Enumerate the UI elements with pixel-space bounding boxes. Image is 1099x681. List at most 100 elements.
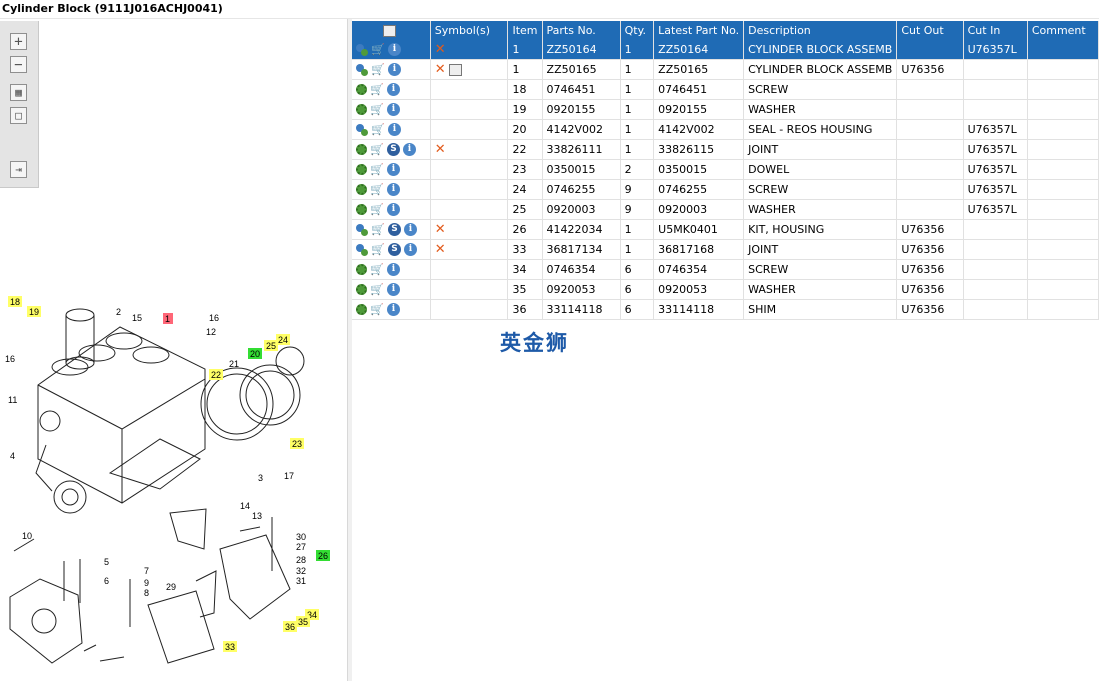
info-icon[interactable]: i (387, 163, 400, 177)
info-icon[interactable]: i (388, 63, 401, 77)
table-row[interactable]: 🛒 i 23 0350015 2 0350015 DOWEL U76357L (352, 159, 1099, 180)
callout-2[interactable]: 2 (116, 307, 121, 317)
cart-icon[interactable]: 🛒 (370, 204, 384, 215)
cart-icon[interactable]: 🛒 (371, 64, 385, 75)
col-actions[interactable] (352, 21, 431, 40)
callout-16b[interactable]: 16 (209, 313, 219, 323)
callout-4[interactable]: 4 (10, 451, 15, 461)
callout-24[interactable]: 24 (278, 335, 288, 345)
cart-icon[interactable]: 🛒 (370, 144, 384, 155)
table-row[interactable]: 🛒 Si ✕ 22 33826111 1 33826115 JOINT U76357L (352, 139, 1099, 160)
callout-15[interactable]: 15 (132, 313, 142, 323)
table-row[interactable]: 🛒 Si ✕ 26 41422034 1 U5MK0401 KIT, HOUSING U7635… (352, 219, 1099, 240)
settings-icon[interactable] (356, 304, 367, 316)
callout-16a[interactable]: 16 (5, 354, 15, 364)
info-icon[interactable]: i (403, 143, 416, 157)
col-qty[interactable]: Qty. (620, 21, 655, 40)
callout-14[interactable]: 14 (240, 501, 250, 511)
callout-32[interactable]: 32 (296, 566, 306, 576)
callout-1[interactable]: 1 (165, 314, 170, 324)
settings-icon[interactable] (356, 123, 368, 136)
cart-icon[interactable]: 🛒 (370, 184, 384, 195)
info-icon[interactable]: i (387, 303, 400, 317)
view-icon[interactable] (448, 63, 462, 76)
settings-icon[interactable] (356, 164, 367, 176)
callout-20[interactable]: 20 (250, 349, 260, 359)
callout-31[interactable]: 31 (296, 576, 306, 586)
callout-11[interactable]: 11 (8, 395, 17, 405)
export-button[interactable]: ⇥ (10, 161, 27, 178)
col-symbols[interactable]: Symbol(s) (430, 21, 509, 40)
settings-icon[interactable] (356, 43, 368, 56)
settings-icon[interactable] (356, 223, 368, 236)
col-comment[interactable]: Comment (1027, 21, 1099, 40)
exploded-parts-diagram[interactable]: 18 19 16 11 4 10 2 15 1 16 12 22 21 20 2… (0, 259, 346, 679)
settings-icon[interactable] (356, 204, 367, 216)
cart-icon[interactable]: 🛒 (370, 164, 384, 175)
cart-icon[interactable]: 🛒 (371, 224, 385, 235)
settings-icon[interactable] (356, 264, 367, 276)
callout-28[interactable]: 28 (296, 555, 306, 565)
cart-icon[interactable]: 🛒 (371, 44, 385, 55)
settings-icon[interactable] (356, 144, 367, 156)
settings-icon[interactable] (356, 84, 367, 96)
callout-26[interactable]: 26 (318, 551, 328, 561)
info-icon[interactable]: i (388, 123, 401, 137)
callout-35[interactable]: 35 (298, 617, 308, 627)
box-zoom-button[interactable]: □ (10, 107, 27, 124)
callout-6[interactable]: 6 (104, 576, 109, 586)
zoom-out-button[interactable]: − (10, 56, 27, 73)
settings-icon[interactable] (356, 184, 367, 196)
callout-29[interactable]: 29 (166, 582, 176, 592)
callout-22[interactable]: 22 (211, 370, 221, 380)
table-row[interactable]: 🛒 i 25 0920003 9 0920003 WASHER U76357L (352, 199, 1099, 220)
callout-30[interactable]: 30 (296, 532, 306, 542)
cart-icon[interactable]: 🛒 (371, 124, 385, 135)
table-row[interactable]: 🛒 Si ✕ 33 36817134 1 36817168 JOINT U76356 (352, 239, 1099, 260)
table-row[interactable]: 🛒 i 20 4142V002 1 4142V002 SEAL - REOS HOUSING… (352, 119, 1099, 140)
callout-9[interactable]: 9 (144, 578, 149, 588)
fit-view-button[interactable]: ▦ (10, 84, 27, 101)
cart-icon[interactable]: 🛒 (370, 264, 384, 275)
callout-21[interactable]: 21 (229, 359, 239, 369)
info-icon[interactable]: i (387, 83, 400, 97)
info-icon[interactable]: i (387, 183, 400, 197)
table-row[interactable]: 🛒 i 36 33114118 6 33114118 SHIM U76356 (352, 299, 1099, 320)
cart-icon[interactable]: 🛒 (370, 104, 384, 115)
callout-18[interactable]: 18 (10, 297, 20, 307)
callout-5[interactable]: 5 (104, 557, 109, 567)
callout-10[interactable]: 10 (22, 531, 32, 541)
settings-icon[interactable] (356, 63, 368, 76)
col-item[interactable]: Item (507, 21, 543, 40)
callout-7[interactable]: 7 (144, 566, 149, 576)
callout-25[interactable]: 25 (266, 341, 276, 351)
col-cut-out[interactable]: Cut Out (896, 21, 964, 40)
callout-8[interactable]: 8 (144, 588, 149, 598)
callout-23[interactable]: 23 (292, 439, 302, 449)
table-row[interactable]: 🛒 i ✕ 1 ZZ50164 1 ZZ50164 CYLINDER BLOCK ASSEMB… (352, 40, 1099, 60)
table-row[interactable]: 🛒 i 19 0920155 1 0920155 WASHER (352, 99, 1099, 120)
info-icon[interactable]: i (387, 283, 400, 297)
table-row[interactable]: 🛒 i 24 0746255 9 0746255 SCREW U76357L (352, 179, 1099, 200)
settings-icon[interactable] (356, 284, 367, 296)
callout-27[interactable]: 27 (296, 542, 306, 552)
cart-icon[interactable]: 🛒 (370, 84, 384, 95)
callout-17[interactable]: 17 (284, 471, 294, 481)
info-icon[interactable]: i (388, 43, 401, 57)
info-icon[interactable]: i (387, 263, 400, 277)
table-row[interactable]: 🛒 i 18 0746451 1 0746451 SCREW (352, 79, 1099, 100)
settings-icon[interactable] (356, 243, 368, 256)
callout-19[interactable]: 19 (29, 307, 39, 317)
settings-icon[interactable] (356, 104, 367, 116)
callout-33[interactable]: 33 (225, 642, 235, 652)
cart-icon[interactable]: 🛒 (370, 304, 384, 315)
info-icon[interactable]: i (387, 203, 400, 217)
service-icon[interactable]: S (387, 143, 400, 157)
table-row[interactable]: 🛒 i ✕ 1 ZZ50165 1 ZZ50165 CYLINDER BLOCK ASSEMB… (352, 59, 1099, 80)
table-row[interactable]: 🛒 i 34 0746354 6 0746354 SCREW U76356 (352, 259, 1099, 280)
col-description[interactable]: Description (743, 21, 898, 40)
callout-3[interactable]: 3 (258, 473, 263, 483)
callout-13[interactable]: 13 (252, 511, 262, 521)
info-icon[interactable]: i (387, 103, 400, 117)
col-parts-no[interactable]: Parts No. (542, 21, 621, 40)
